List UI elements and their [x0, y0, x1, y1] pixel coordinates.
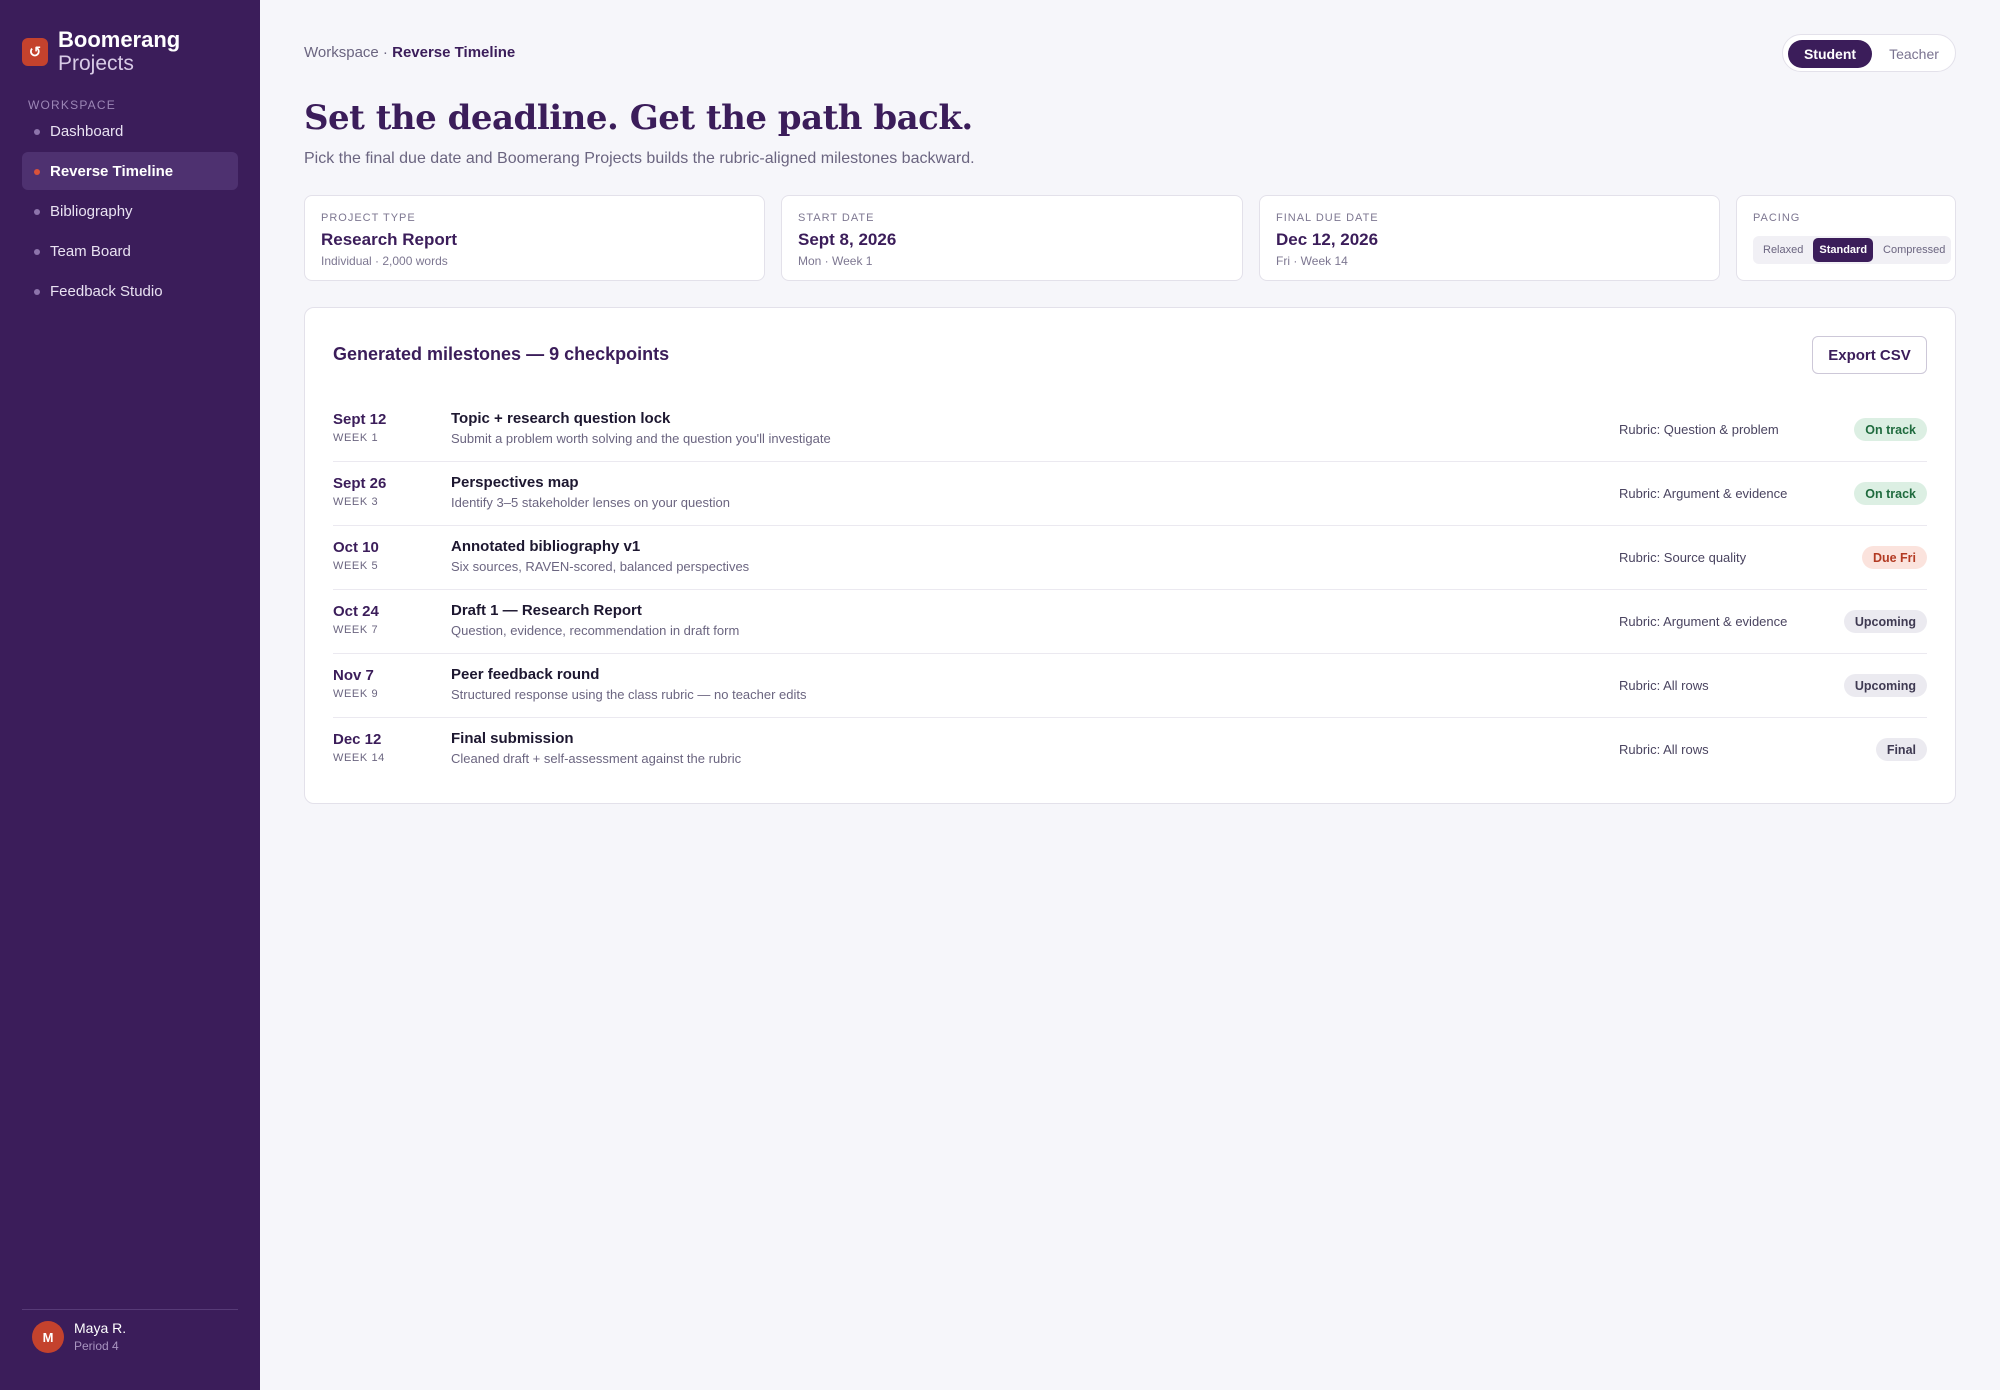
due-date-card[interactable]: FINAL DUE DATE Dec 12, 2026 Fri · Week 1…	[1259, 195, 1720, 281]
sidebar-item-reverse-timeline[interactable]: Reverse Timeline	[22, 152, 238, 190]
milestones-title: Generated milestones — 9 checkpoints	[333, 344, 670, 364]
card-label: PACING	[1753, 212, 1801, 224]
start-date-card[interactable]: START DATE Sept 8, 2026 Mon · Week 1	[781, 195, 1243, 281]
milestone-week: WEEK 3	[333, 496, 379, 508]
milestone-date: Sept 12	[333, 411, 387, 428]
sidebar-item-label: Dashboard	[50, 122, 124, 140]
status-badge: On track	[1854, 482, 1927, 505]
milestone-week: WEEK 7	[333, 624, 379, 636]
milestone-row[interactable]: Dec 12 WEEK 14 Final submission Cleaned …	[333, 718, 1927, 782]
milestone-week: WEEK 14	[333, 752, 385, 764]
milestone-rubric: Rubric: Argument & evidence	[1619, 486, 1788, 501]
milestone-title: Final submission	[451, 730, 574, 747]
milestone-description: Cleaned draft + self-assessment against …	[451, 751, 742, 766]
page-subtitle: Pick the final due date and Boomerang Pr…	[304, 150, 975, 167]
milestone-title: Perspectives map	[451, 474, 579, 491]
breadcrumb-separator: ·	[378, 44, 393, 61]
status-badge: On track	[1854, 418, 1927, 441]
boomerang-logo-icon[interactable]: ↺	[22, 38, 48, 66]
sidebar-nav: Dashboard Reverse Timeline Bibliography …	[22, 112, 238, 312]
milestone-title: Peer feedback round	[451, 666, 600, 683]
avatar[interactable]: M	[32, 1321, 64, 1353]
milestone-row[interactable]: Sept 26 WEEK 3 Perspectives map Identify…	[333, 462, 1927, 526]
milestone-date: Oct 24	[333, 603, 379, 620]
pacing-segmented-control: Relaxed Standard Compressed	[1753, 236, 1952, 264]
bullet-dot-icon	[34, 129, 40, 135]
user-name: Maya R.	[74, 1320, 127, 1336]
project-type-meta: Individual · 2,000 words	[321, 254, 448, 268]
sidebar-item-feedback-studio[interactable]: Feedback Studio	[22, 272, 238, 310]
milestone-date: Sept 26	[333, 475, 387, 492]
start-date-value: Sept 8, 2026	[798, 230, 897, 249]
milestone-week: WEEK 1	[333, 432, 379, 444]
bullet-dot-icon	[34, 249, 40, 255]
role-student-button[interactable]: Student	[1788, 40, 1872, 68]
breadcrumb: Workspace · Reverse Timeline	[304, 44, 515, 61]
milestone-week: WEEK 9	[333, 688, 379, 700]
sidebar-divider	[22, 1309, 238, 1310]
pacing-option-compressed[interactable]: Compressed	[1877, 238, 1951, 262]
bullet-dot-icon	[34, 209, 40, 215]
status-badge: Upcoming	[1843, 610, 1927, 633]
milestone-rubric: Rubric: Argument & evidence	[1619, 614, 1788, 629]
milestone-rubric: Rubric: All rows	[1619, 742, 1709, 757]
milestone-list: Sept 12 WEEK 1 Topic + research question…	[333, 398, 1927, 782]
milestone-title: Annotated bibliography v1	[451, 538, 641, 555]
bullet-dot-icon	[34, 169, 40, 175]
breadcrumb-current: Reverse Timeline	[392, 44, 516, 61]
project-type-value: Research Report	[321, 230, 458, 249]
milestone-date: Oct 10	[333, 539, 379, 556]
nav-section-label: WORKSPACE	[28, 98, 116, 112]
sidebar-item-dashboard[interactable]: Dashboard	[22, 112, 238, 150]
milestone-rubric: Rubric: Question & problem	[1619, 422, 1779, 437]
sidebar-item-bibliography[interactable]: Bibliography	[22, 192, 238, 230]
milestone-row[interactable]: Oct 10 WEEK 5 Annotated bibliography v1 …	[333, 526, 1927, 590]
milestone-description: Question, evidence, recommendation in dr…	[451, 623, 740, 638]
sidebar-item-label: Bibliography	[50, 202, 133, 220]
card-label: FINAL DUE DATE	[1276, 212, 1379, 224]
sidebar-item-label: Team Board	[50, 242, 131, 260]
milestone-week: WEEK 5	[333, 560, 379, 572]
milestone-description: Structured response using the class rubr…	[451, 687, 807, 702]
pacing-card: PACING Relaxed Standard Compressed	[1736, 195, 1956, 281]
milestone-title: Draft 1 — Research Report	[451, 602, 642, 619]
milestone-row[interactable]: Oct 24 WEEK 7 Draft 1 — Research Report …	[333, 590, 1927, 654]
page-title: Set the deadline. Get the path back.	[304, 98, 973, 138]
pacing-option-relaxed[interactable]: Relaxed	[1757, 238, 1809, 262]
status-badge: Final	[1875, 738, 1927, 761]
export-csv-button[interactable]: Export CSV	[1812, 336, 1927, 374]
status-badge: Upcoming	[1843, 674, 1927, 697]
bullet-dot-icon	[34, 289, 40, 295]
due-date-value: Dec 12, 2026	[1276, 230, 1379, 249]
due-date-meta: Fri · Week 14	[1276, 254, 1348, 268]
milestone-rubric: Rubric: All rows	[1619, 678, 1709, 693]
role-toggle: Student Teacher	[1782, 34, 1956, 72]
app-name-sub: Projects	[58, 52, 134, 75]
card-label: START DATE	[798, 212, 875, 224]
sidebar-item-label: Feedback Studio	[50, 282, 163, 300]
sidebar-item-team-board[interactable]: Team Board	[22, 232, 238, 270]
milestones-panel: Generated milestones — 9 checkpoints Exp…	[304, 307, 1956, 804]
milestone-rubric: Rubric: Source quality	[1619, 550, 1747, 565]
project-type-card[interactable]: PROJECT TYPE Research Report Individual …	[304, 195, 765, 281]
milestone-date: Dec 12	[333, 731, 382, 748]
sidebar: ↺ Boomerang Projects WORKSPACE Dashboard…	[0, 0, 260, 1390]
milestone-date: Nov 7	[333, 667, 374, 684]
status-badge: Due Fri	[1861, 546, 1927, 569]
breadcrumb-root[interactable]: Workspace	[304, 44, 379, 61]
role-teacher-button[interactable]: Teacher	[1876, 40, 1952, 68]
milestone-row[interactable]: Sept 12 WEEK 1 Topic + research question…	[333, 398, 1927, 462]
pacing-option-standard[interactable]: Standard	[1813, 238, 1874, 262]
card-label: PROJECT TYPE	[321, 212, 416, 224]
milestone-description: Submit a problem worth solving and the q…	[451, 431, 831, 446]
milestone-row[interactable]: Nov 7 WEEK 9 Peer feedback round Structu…	[333, 654, 1927, 718]
sidebar-item-label: Reverse Timeline	[50, 162, 174, 180]
user-period: Period 4	[74, 1339, 119, 1353]
milestone-description: Identify 3–5 stakeholder lenses on your …	[451, 495, 730, 510]
start-date-meta: Mon · Week 1	[798, 254, 873, 268]
milestone-title: Topic + research question lock	[451, 410, 671, 427]
app-name: Boomerang	[58, 27, 181, 52]
milestone-description: Six sources, RAVEN-scored, balanced pers…	[451, 559, 750, 574]
